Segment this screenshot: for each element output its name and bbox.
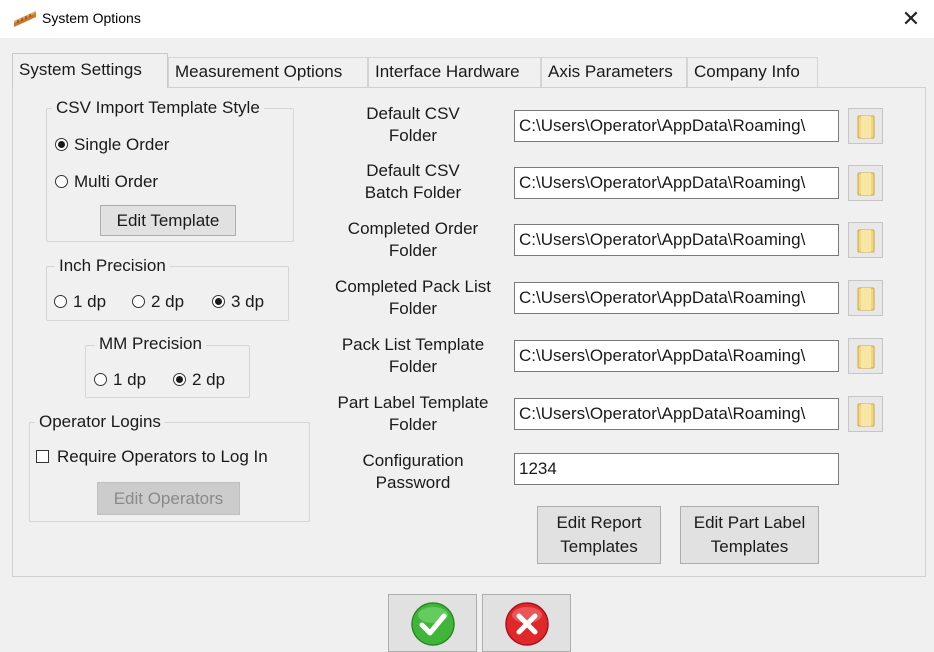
operator-logins-title: Operator Logins bbox=[35, 412, 165, 432]
browse-completed-pack-list-folder-button[interactable] bbox=[848, 280, 883, 316]
radio-inch-2dp[interactable]: 2 dp bbox=[132, 292, 184, 312]
radio-dot bbox=[54, 295, 67, 308]
label-line: Folder bbox=[388, 299, 438, 318]
part-label-template-folder-label: Part Label Template Folder bbox=[318, 392, 508, 436]
edit-operators-button[interactable]: Edit Operators bbox=[97, 482, 240, 515]
radio-dot-selected bbox=[55, 138, 68, 151]
completed-order-folder-input[interactable]: C:\Users\Operator\AppData\Roaming\ bbox=[514, 224, 839, 256]
label-line: Pack List Template bbox=[341, 335, 485, 354]
completed-pack-list-folder-label: Completed Pack List Folder bbox=[318, 276, 508, 320]
radio-dot-selected bbox=[212, 295, 225, 308]
green-checkmark-icon bbox=[411, 602, 455, 646]
radio-label: 1 dp bbox=[113, 370, 147, 389]
system-options-window: System Options ✕ System Settings Measure… bbox=[0, 0, 934, 652]
configuration-password-input[interactable]: 1234 bbox=[514, 453, 839, 485]
configuration-password-label: Configuration Password bbox=[318, 450, 508, 494]
ruler-app-icon bbox=[14, 11, 36, 27]
edit-template-button[interactable]: Edit Template bbox=[100, 205, 236, 236]
dialog-button-bar bbox=[0, 577, 934, 652]
inch-precision-title: Inch Precision bbox=[55, 256, 170, 276]
browse-completed-order-folder-button[interactable] bbox=[848, 222, 883, 258]
edit-part-label-templates-button[interactable]: Edit Part Label Templates bbox=[680, 506, 819, 564]
mm-precision-title: MM Precision bbox=[95, 334, 206, 354]
close-button[interactable]: ✕ bbox=[888, 0, 934, 38]
csv-style-title: CSV Import Template Style bbox=[52, 98, 264, 118]
default-csv-batch-folder-label: Default CSV Batch Folder bbox=[318, 160, 508, 204]
label-line: Configuration bbox=[362, 451, 464, 470]
require-login-checkbox[interactable]: Require Operators to Log In bbox=[36, 447, 268, 467]
window-title: System Options bbox=[42, 10, 141, 26]
label-line: Default CSV bbox=[366, 104, 460, 123]
button-label-line: Templates bbox=[560, 537, 638, 556]
label-line: Batch Folder bbox=[364, 183, 462, 202]
radio-mm-2dp[interactable]: 2 dp bbox=[173, 370, 225, 390]
tab-system-settings[interactable]: System Settings bbox=[12, 53, 168, 88]
radio-label: Single Order bbox=[74, 135, 170, 154]
folder-icon bbox=[857, 115, 875, 139]
red-x-icon bbox=[505, 602, 549, 646]
folder-icon bbox=[857, 403, 875, 427]
radio-single-order[interactable]: Single Order bbox=[55, 135, 169, 155]
radio-label: Multi Order bbox=[74, 172, 159, 191]
ok-button[interactable] bbox=[388, 594, 477, 652]
label-line: Default CSV bbox=[366, 161, 460, 180]
default-csv-folder-input[interactable]: C:\Users\Operator\AppData\Roaming\ bbox=[514, 110, 839, 142]
browse-default-csv-batch-folder-button[interactable] bbox=[848, 165, 883, 201]
tab-axis-parameters[interactable]: Axis Parameters bbox=[541, 57, 687, 87]
radio-label: 2 dp bbox=[151, 292, 185, 311]
radio-multi-order[interactable]: Multi Order bbox=[55, 172, 158, 192]
folder-icon bbox=[857, 345, 875, 369]
radio-label: 1 dp bbox=[73, 292, 107, 311]
label-line: Folder bbox=[388, 415, 438, 434]
checkbox-label: Require Operators to Log In bbox=[57, 447, 268, 466]
radio-label: 2 dp bbox=[192, 370, 226, 389]
tab-measurement-options[interactable]: Measurement Options bbox=[168, 57, 368, 87]
part-label-template-folder-input[interactable]: C:\Users\Operator\AppData\Roaming\ bbox=[514, 398, 839, 430]
label-line: Password bbox=[375, 473, 451, 492]
radio-dot bbox=[94, 373, 107, 386]
title-bar: System Options ✕ bbox=[0, 0, 934, 38]
label-line: Folder bbox=[388, 126, 438, 145]
browse-pack-list-template-folder-button[interactable] bbox=[848, 338, 883, 374]
label-line: Completed Order bbox=[347, 219, 479, 238]
radio-label: 3 dp bbox=[231, 292, 265, 311]
radio-inch-3dp[interactable]: 3 dp bbox=[212, 292, 264, 312]
folder-icon bbox=[857, 229, 875, 253]
completed-order-folder-label: Completed Order Folder bbox=[318, 218, 508, 262]
completed-pack-list-folder-input[interactable]: C:\Users\Operator\AppData\Roaming\ bbox=[514, 282, 839, 314]
radio-dot-selected bbox=[173, 373, 186, 386]
button-label-line: Edit Part Label bbox=[693, 513, 806, 532]
radio-dot bbox=[55, 175, 68, 188]
button-label-line: Edit Report bbox=[556, 513, 642, 532]
checkbox-box bbox=[36, 450, 49, 463]
label-line: Completed Pack List bbox=[335, 277, 491, 296]
radio-inch-1dp[interactable]: 1 dp bbox=[54, 292, 106, 312]
folder-icon bbox=[857, 287, 875, 311]
tab-interface-hardware[interactable]: Interface Hardware bbox=[368, 57, 541, 87]
cancel-button[interactable] bbox=[482, 594, 571, 652]
radio-dot bbox=[132, 295, 145, 308]
folder-icon bbox=[857, 172, 875, 196]
label-line: Part Label Template bbox=[337, 393, 489, 412]
edit-report-templates-button[interactable]: Edit Report Templates bbox=[537, 506, 661, 564]
browse-default-csv-folder-button[interactable] bbox=[848, 108, 883, 144]
label-line: Folder bbox=[388, 241, 438, 260]
tab-company-info[interactable]: Company Info bbox=[687, 57, 818, 87]
browse-part-label-template-folder-button[interactable] bbox=[848, 396, 883, 432]
default-csv-folder-label: Default CSV Folder bbox=[318, 103, 508, 147]
default-csv-batch-folder-input[interactable]: C:\Users\Operator\AppData\Roaming\ bbox=[514, 167, 839, 199]
button-label-line: Templates bbox=[710, 537, 789, 556]
label-line: Folder bbox=[388, 357, 438, 376]
radio-mm-1dp[interactable]: 1 dp bbox=[94, 370, 146, 390]
pack-list-template-folder-input[interactable]: C:\Users\Operator\AppData\Roaming\ bbox=[514, 340, 839, 372]
pack-list-template-folder-label: Pack List Template Folder bbox=[318, 334, 508, 378]
